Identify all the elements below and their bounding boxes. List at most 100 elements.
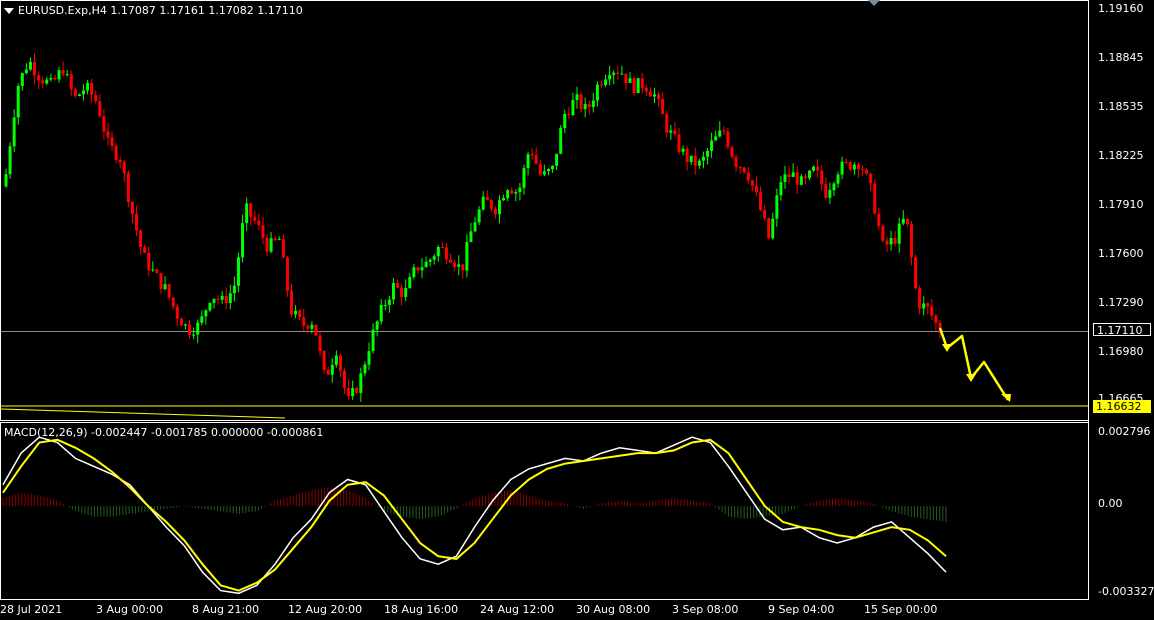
- candle-body: [314, 324, 318, 336]
- candle-body: [183, 324, 187, 326]
- candle-body: [306, 325, 310, 329]
- candle-body: [457, 264, 461, 267]
- candle-body: [371, 329, 375, 352]
- candle-body: [722, 130, 726, 132]
- candle-body: [636, 78, 640, 94]
- candle-body: [848, 162, 852, 170]
- candle-body: [783, 174, 787, 183]
- candle-body: [869, 173, 873, 184]
- candle-body: [228, 293, 232, 303]
- candle-body: [86, 82, 90, 91]
- macd-tick: 0.002796: [1098, 425, 1151, 438]
- chart-canvas: [0, 0, 1089, 600]
- candle-body: [506, 190, 510, 199]
- candle-body: [57, 70, 61, 80]
- candle-body: [546, 169, 550, 172]
- candle-body: [701, 156, 705, 161]
- chart-window: EURUSD.Exp,H4 1.17087 1.17161 1.17082 1.…: [0, 0, 1154, 620]
- candle-body: [922, 303, 926, 309]
- candle-body: [449, 259, 453, 263]
- candle-body: [791, 172, 795, 178]
- time-tick: 18 Aug 16:00: [384, 603, 459, 616]
- candle-body: [652, 94, 656, 97]
- candle-body: [673, 130, 677, 135]
- candle-body: [710, 140, 714, 151]
- candle-body: [428, 259, 432, 262]
- candle-body: [143, 246, 147, 253]
- candle-body: [734, 156, 738, 167]
- candle-body: [298, 310, 302, 318]
- macd-signal-line: [2, 438, 947, 592]
- candle-body: [816, 166, 820, 171]
- candle-body: [677, 134, 681, 152]
- candle-body: [738, 166, 742, 168]
- candle-body: [693, 155, 697, 166]
- chevron-down-icon[interactable]: [868, 0, 880, 6]
- candle-body: [94, 94, 98, 102]
- candle-body: [33, 61, 37, 76]
- candle-body: [285, 257, 289, 291]
- candle-body: [236, 257, 240, 286]
- macd-header: MACD(12,26,9) -0.002447 -0.001785 0.0000…: [4, 426, 324, 439]
- candle-body: [69, 74, 73, 90]
- candle-body: [714, 136, 718, 141]
- candle-body: [595, 84, 599, 101]
- candle-body: [281, 239, 285, 258]
- candle-body: [567, 113, 571, 116]
- candle-body: [865, 169, 869, 174]
- candle-body: [265, 237, 269, 252]
- candle-body: [110, 137, 114, 146]
- candle-body: [155, 269, 159, 274]
- candle-body: [481, 196, 485, 210]
- candle-body: [245, 203, 249, 224]
- candle-body: [820, 170, 824, 185]
- support-price-label: 1.16632: [1093, 400, 1151, 413]
- candle-body: [135, 213, 139, 231]
- candle-body: [856, 164, 860, 170]
- candle-body: [640, 78, 644, 88]
- candle-body: [65, 74, 69, 76]
- candle-body: [775, 195, 779, 219]
- candle-body: [45, 79, 49, 84]
- candle-body: [571, 99, 575, 116]
- candle-body: [102, 116, 106, 132]
- candle-body: [73, 89, 77, 96]
- candle-body: [163, 284, 167, 290]
- candle-body: [493, 208, 497, 215]
- candle-body: [934, 315, 938, 323]
- candle-body: [404, 288, 408, 298]
- candle-body: [746, 172, 750, 181]
- collapse-triangle-icon[interactable]: [4, 8, 14, 14]
- candle-body: [440, 247, 444, 249]
- candle-body: [396, 282, 400, 288]
- candle-body: [665, 114, 669, 133]
- price-tick: 1.17600: [1098, 247, 1144, 260]
- candle-body: [795, 172, 799, 185]
- candle-body: [502, 198, 506, 201]
- candle-body: [726, 131, 730, 148]
- candle-body: [106, 131, 110, 138]
- candle-body: [763, 210, 767, 219]
- candle-body: [290, 290, 294, 315]
- candle-body: [188, 324, 192, 335]
- candle-body: [53, 77, 57, 80]
- candle-body: [432, 256, 436, 260]
- candle-body: [742, 167, 746, 173]
- candle-body: [41, 80, 45, 84]
- candle-body: [375, 321, 379, 330]
- candle-body: [277, 239, 281, 241]
- price-tick: 1.18225: [1098, 149, 1144, 162]
- candle-body: [28, 61, 32, 70]
- symbol-header: EURUSD.Exp,H4 1.17087 1.17161 1.17082 1.…: [4, 4, 303, 18]
- candle-body: [608, 75, 612, 80]
- candle-body: [208, 302, 212, 311]
- candle-body: [20, 73, 24, 87]
- candle-body: [310, 324, 314, 329]
- price-tick: 1.19160: [1098, 2, 1144, 15]
- candle-body: [98, 101, 102, 117]
- candle-body: [877, 213, 881, 226]
- candle-body: [914, 257, 918, 289]
- candle-body: [893, 238, 897, 244]
- candle-body: [347, 388, 351, 397]
- candle-body: [587, 104, 591, 108]
